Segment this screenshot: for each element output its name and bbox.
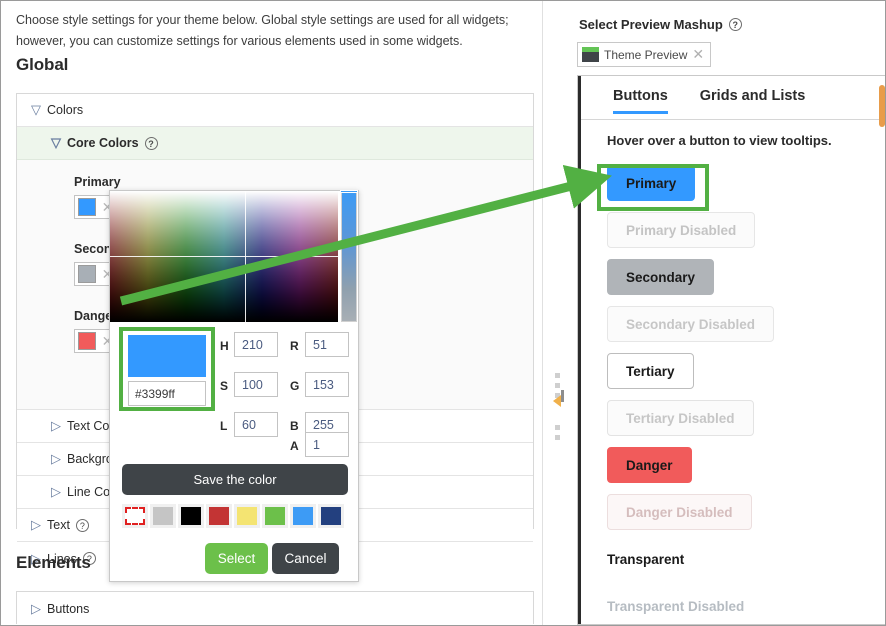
accordion-label-colors: Colors bbox=[47, 103, 84, 117]
preview-body: Hover over a button to view tooltips. Pr… bbox=[581, 121, 885, 624]
accordion-label-core-colors: Core Colors bbox=[67, 136, 139, 150]
preview-button-secondary[interactable]: Secondary bbox=[607, 259, 715, 295]
swatch-yellow[interactable] bbox=[234, 504, 260, 528]
select-button[interactable]: Select bbox=[205, 543, 268, 574]
accordion-row-buttons[interactable]: ▷ Buttons bbox=[17, 592, 533, 625]
preview-mashup-label: Select Preview Mashup ? bbox=[579, 17, 742, 32]
tab-buttons[interactable]: Buttons bbox=[613, 76, 668, 114]
color-chip-secondary bbox=[78, 265, 96, 283]
chevron-right-icon: ▷ bbox=[51, 418, 61, 433]
splitter-grip-icon bbox=[555, 425, 562, 445]
field-label-hue: H bbox=[220, 339, 229, 353]
collapse-pane-bar bbox=[561, 390, 564, 402]
global-section-title: Global bbox=[16, 55, 69, 74]
accordion-row-core-colors[interactable]: ▽ Core Colors ? bbox=[17, 127, 533, 160]
cancel-button[interactable]: Cancel bbox=[272, 543, 339, 574]
current-color-preview bbox=[128, 335, 206, 377]
field-label-saturation: S bbox=[220, 379, 229, 393]
chevron-right-icon: ▷ bbox=[31, 517, 41, 532]
swatch-navy[interactable] bbox=[318, 504, 344, 528]
preview-button-primary[interactable]: Primary bbox=[607, 165, 696, 201]
preview-button-tertiary-disabled: Tertiary Disabled bbox=[607, 400, 754, 436]
preview-frame: Buttons Grids and Lists Hover over a but… bbox=[577, 75, 885, 625]
swatch-gray[interactable] bbox=[150, 504, 176, 528]
accordion-label-buttons: Buttons bbox=[47, 601, 90, 616]
color-preview-highlight: #3399ff bbox=[119, 327, 215, 411]
remove-mashup-icon[interactable]: ✕ bbox=[692, 46, 704, 63]
chevron-right-icon: ▷ bbox=[51, 451, 61, 466]
swatch-green[interactable] bbox=[262, 504, 288, 528]
chevron-down-icon: ▽ bbox=[31, 102, 41, 117]
sv-crosshair-horizontal bbox=[110, 256, 338, 257]
accordion-label-text: Text bbox=[47, 518, 70, 532]
chevron-down-icon: ▽ bbox=[51, 135, 61, 150]
intro-text: Choose style settings for your theme bel… bbox=[16, 13, 509, 48]
preview-button-tertiary[interactable]: Tertiary bbox=[607, 353, 694, 389]
saturation-input[interactable]: 100 bbox=[234, 372, 278, 397]
preview-button-primary-disabled: Primary Disabled bbox=[607, 212, 756, 248]
hue-input[interactable]: 210 bbox=[234, 332, 278, 357]
color-chip-danger bbox=[78, 332, 96, 350]
hex-color-input[interactable]: #3399ff bbox=[128, 381, 206, 406]
green-input[interactable]: 153 bbox=[305, 372, 349, 397]
field-label-alpha: A bbox=[290, 439, 299, 453]
preview-tabbar: Buttons Grids and Lists bbox=[581, 76, 885, 120]
help-icon[interactable]: ? bbox=[75, 518, 89, 532]
alpha-input[interactable]: 1 bbox=[305, 432, 349, 457]
accordion-row-colors[interactable]: ▽ Colors bbox=[17, 94, 533, 127]
swatch-black[interactable] bbox=[178, 504, 204, 528]
preview-button-transparent-disabled: Transparent Disabled bbox=[607, 598, 745, 614]
mashup-thumbnail-icon bbox=[582, 47, 599, 62]
swatch-red[interactable] bbox=[206, 504, 232, 528]
help-icon[interactable]: ? bbox=[144, 136, 158, 150]
collapse-pane-icon[interactable] bbox=[553, 395, 561, 407]
preview-pane: Select Preview Mashup ? Theme Preview ✕ … bbox=[572, 1, 885, 625]
field-label-red: R bbox=[290, 339, 299, 353]
elements-accordion: ▷ Buttons bbox=[16, 591, 534, 625]
hover-hint-text: Hover over a button to view tooltips. bbox=[607, 133, 832, 148]
elements-section-title: Elements bbox=[16, 553, 91, 572]
saturation-value-field[interactable] bbox=[110, 191, 338, 322]
color-picker-dialog: #3399ff H 210 S 100 L 60 R 51 G 153 B 25… bbox=[109, 190, 359, 582]
core-color-label-primary: Primary bbox=[74, 175, 121, 189]
lightness-input[interactable]: 60 bbox=[234, 412, 278, 437]
color-chip-primary bbox=[78, 198, 96, 216]
preview-button-transparent[interactable]: Transparent bbox=[607, 541, 684, 577]
preview-button-danger[interactable]: Danger bbox=[607, 447, 692, 483]
chevron-right-icon: ▷ bbox=[31, 600, 41, 616]
field-label-lightness: L bbox=[220, 419, 228, 433]
swatch-none[interactable] bbox=[122, 504, 148, 528]
lightness-slider-knob[interactable] bbox=[340, 190, 358, 193]
field-label-green: G bbox=[290, 379, 300, 393]
field-label-blue: B bbox=[290, 419, 299, 433]
save-the-color-button[interactable]: Save the color bbox=[122, 464, 348, 495]
preview-button-danger-disabled: Danger Disabled bbox=[607, 494, 752, 530]
preview-scrollbar-thumb[interactable] bbox=[879, 85, 885, 127]
saved-swatches bbox=[122, 504, 344, 528]
help-icon[interactable]: ? bbox=[728, 18, 742, 31]
theme-style-editor: Choose style settings for your theme bel… bbox=[0, 0, 886, 626]
mashup-chip[interactable]: Theme Preview ✕ bbox=[577, 42, 712, 67]
swatch-blue[interactable] bbox=[290, 504, 316, 528]
chevron-right-icon: ▷ bbox=[51, 484, 61, 499]
red-input[interactable]: 51 bbox=[305, 332, 349, 357]
tab-grids-and-lists[interactable]: Grids and Lists bbox=[700, 76, 806, 104]
lightness-slider[interactable] bbox=[341, 191, 357, 322]
preview-button-secondary-disabled: Secondary Disabled bbox=[607, 306, 775, 342]
mashup-chip-label: Theme Preview bbox=[604, 47, 688, 62]
pane-splitter[interactable] bbox=[542, 1, 572, 625]
sv-crosshair-vertical bbox=[245, 191, 246, 322]
